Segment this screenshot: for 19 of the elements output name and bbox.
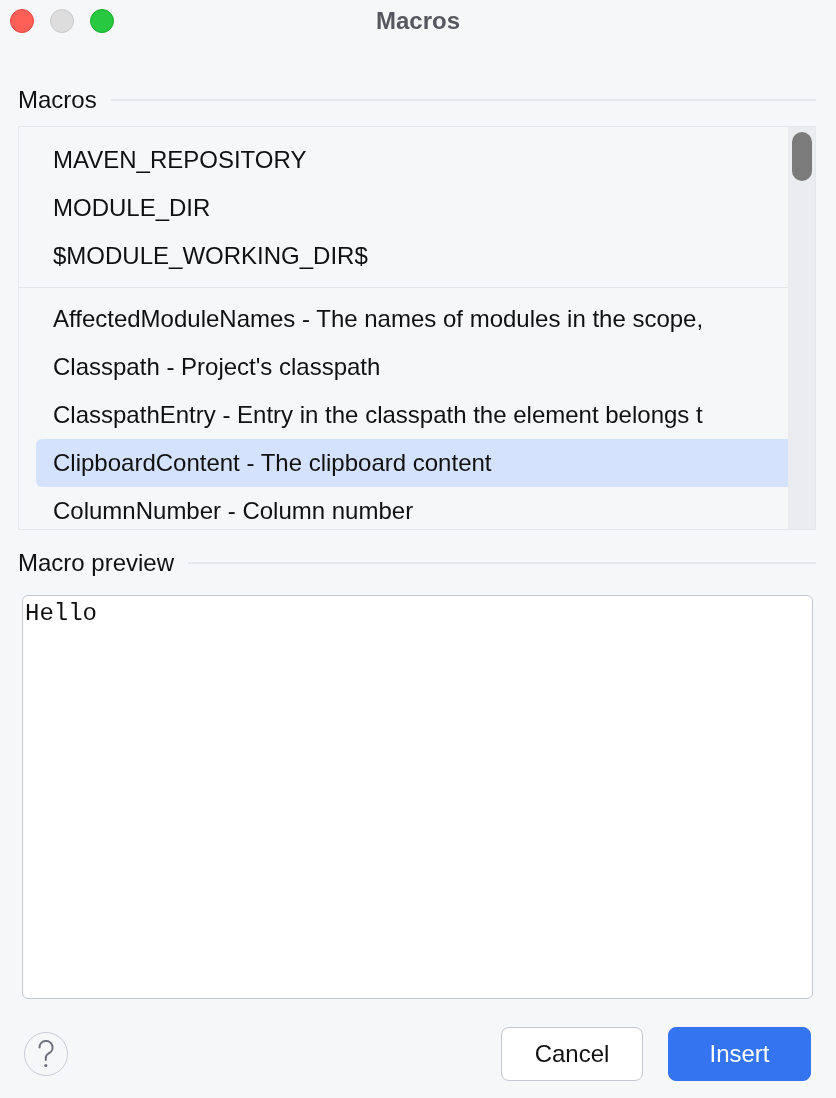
zoom-icon[interactable]	[90, 9, 114, 33]
list-item[interactable]: ClipboardContent - The clipboard content	[36, 439, 788, 487]
help-icon	[38, 1040, 54, 1068]
list-item[interactable]: Classpath - Project's classpath	[36, 343, 788, 391]
close-icon[interactable]	[10, 9, 34, 33]
window-title: Macros	[375, 7, 460, 35]
list-item[interactable]: ColumnNumber - Column number	[36, 487, 788, 529]
preview-field[interactable]: Hello	[22, 595, 813, 999]
list-item[interactable]: $MODULE_WORKING_DIR$	[36, 232, 788, 280]
scrollbar-thumb[interactable]	[791, 132, 812, 181]
insert-button[interactable]: Insert	[668, 1027, 811, 1081]
list-item[interactable]: MODULE_DIR	[36, 184, 788, 232]
section-title: Macro preview	[18, 549, 175, 577]
section-title: Macros	[18, 86, 97, 114]
list-item[interactable]: MAVEN_REPOSITORY	[36, 136, 788, 184]
cancel-button[interactable]: Cancel	[501, 1027, 643, 1081]
list-item[interactable]: ClasspathEntry - Entry in the classpath the element belongs t	[36, 391, 788, 439]
list-item[interactable]: AffectedModuleNames - The names of modules in the scope,	[36, 295, 788, 343]
help-button[interactable]	[24, 1032, 68, 1076]
